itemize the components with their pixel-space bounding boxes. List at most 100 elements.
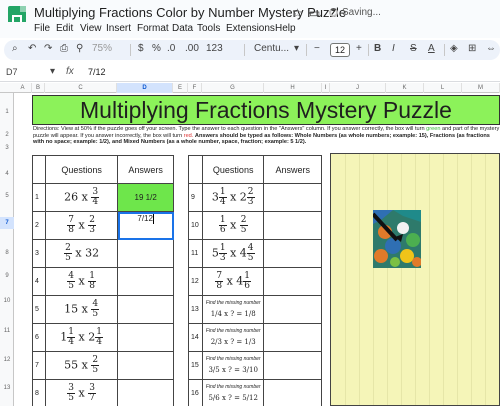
merge-cells-icon[interactable]: ⇔ [486, 43, 496, 54]
question-cell[interactable]: Find the missing number 1/4 x ? = 1/8 [201, 295, 265, 324]
chevron-down-icon[interactable]: ▾ [50, 66, 55, 77]
row-header-9[interactable]: 9 [0, 273, 14, 279]
column-header-k[interactable]: K [386, 83, 424, 93]
column-header-h[interactable]: H [264, 83, 322, 93]
question-cell[interactable]: 16 x 25 [201, 211, 265, 240]
answer-cell[interactable] [263, 183, 322, 212]
menu-extensions[interactable]: Extensions [226, 23, 275, 34]
formula-input[interactable]: 7/12 [88, 67, 106, 77]
redo-icon[interactable]: ↷ [44, 43, 52, 54]
answer-cell[interactable] [117, 379, 174, 406]
question-cell[interactable]: Find the missing number 2/3 x ? = 1/3 [201, 323, 265, 352]
menu-edit[interactable]: Edit [56, 23, 73, 34]
row-header-4[interactable]: 4 [0, 171, 14, 177]
row-header-10[interactable]: 10 [0, 298, 14, 304]
answers-header[interactable]: Answers [117, 155, 174, 184]
text-color-button[interactable]: A [428, 43, 435, 54]
answer-cell-selected[interactable]: 7/12 [117, 211, 174, 240]
strikethrough-button[interactable]: S [410, 43, 417, 54]
directions-text[interactable]: Directions: View at 50% if the puzzle go… [33, 126, 500, 152]
row-header-13[interactable]: 13 [0, 385, 14, 391]
question-cell[interactable]: 78 x 416 [201, 267, 265, 296]
decrease-decimal-button[interactable]: .0 [167, 43, 175, 54]
question-cell[interactable]: 513 x 445 [201, 239, 265, 268]
menu-format[interactable]: Format [137, 23, 169, 34]
question-cell[interactable]: 55 x 25 [44, 351, 119, 380]
undo-icon[interactable]: ↶ [28, 43, 36, 54]
italic-button[interactable]: I [392, 43, 395, 54]
print-icon[interactable]: ⎙ [60, 43, 68, 54]
bold-button[interactable]: B [374, 43, 381, 54]
puzzle-title[interactable]: Multiplying Fractions Mystery Puzzle [32, 95, 500, 125]
questions-header[interactable]: Questions [201, 155, 265, 184]
zoom-select[interactable]: 75% [92, 43, 112, 54]
menu-file[interactable]: File [34, 23, 50, 34]
column-header-i[interactable]: I [322, 83, 330, 93]
question-cell[interactable]: 15 x 45 [44, 295, 119, 324]
name-box[interactable]: D7 [6, 67, 18, 77]
increase-decimal-button[interactable]: .00 [185, 43, 199, 54]
star-icon[interactable]: ☆ [292, 6, 303, 20]
question-cell[interactable]: 314 x 223 [201, 183, 265, 212]
row-header-3[interactable]: 3 [0, 145, 14, 151]
row-header-11[interactable]: 11 [0, 328, 14, 334]
answer-cell[interactable] [263, 295, 322, 324]
row-header-1[interactable]: 1 [0, 109, 14, 115]
mystery-picture-area[interactable] [330, 153, 500, 406]
menu-help[interactable]: Help [275, 23, 296, 34]
paint-format-icon[interactable]: ⚲ [76, 43, 83, 54]
percent-format-button[interactable]: % [152, 43, 161, 54]
search-menus-icon[interactable]: ⌕ [12, 43, 18, 54]
column-header-l[interactable]: L [424, 83, 462, 93]
column-header-f[interactable]: F [188, 83, 202, 93]
question-cell[interactable]: 114 x 214 [44, 323, 119, 352]
chevron-down-icon[interactable]: ▾ [294, 43, 299, 54]
menu-data[interactable]: Data [172, 23, 193, 34]
column-header-c[interactable]: C [45, 83, 117, 93]
question-cell[interactable]: Find the missing number 3/5 x ? = 3/10 [201, 351, 265, 380]
borders-icon[interactable]: ⊞ [468, 43, 476, 54]
question-cell[interactable]: 26 x 34 [44, 183, 119, 212]
menu-view[interactable]: View [80, 23, 102, 34]
column-header-e[interactable]: E [173, 83, 188, 93]
answer-cell[interactable] [263, 323, 322, 352]
answer-cell[interactable] [117, 323, 174, 352]
decrease-font-size-button[interactable]: − [314, 43, 320, 54]
answer-cell[interactable] [117, 239, 174, 268]
font-size-input[interactable]: 12 [330, 43, 350, 57]
column-header-j[interactable]: J [330, 83, 386, 93]
row-header-5[interactable]: 5 [0, 193, 14, 199]
question-cell[interactable]: Find the missing number 5/6 x ? = 5/12 [201, 379, 265, 406]
question-cell[interactable]: 78 x 23 [44, 211, 119, 240]
column-header-d[interactable]: D [117, 83, 173, 93]
number-format-button[interactable]: 123 [206, 43, 223, 54]
question-cell[interactable]: 35 x 37 [44, 379, 119, 406]
column-header-b[interactable]: B [32, 83, 45, 93]
menu-tools[interactable]: Tools [197, 23, 220, 34]
answer-cell[interactable] [263, 267, 322, 296]
increase-font-size-button[interactable]: + [356, 43, 362, 54]
question-cell[interactable]: 25 x 32 [44, 239, 119, 268]
answer-cell[interactable] [263, 351, 322, 380]
answer-cell[interactable] [117, 267, 174, 296]
answer-cell[interactable] [263, 239, 322, 268]
questions-header[interactable]: Questions [44, 155, 119, 184]
row-header-8[interactable]: 8 [0, 250, 14, 256]
answer-cell-correct[interactable]: 19 1/2 [117, 183, 174, 212]
currency-format-button[interactable]: $ [138, 43, 144, 54]
row-header-12[interactable]: 12 [0, 357, 14, 363]
font-select[interactable]: Centu... [254, 43, 289, 54]
row-header-2[interactable]: 2 [0, 132, 14, 138]
row-header-7[interactable]: 7 [0, 217, 14, 229]
move-folder-icon[interactable]: ▭ [309, 6, 320, 20]
question-cell[interactable]: 45 x 18 [44, 267, 119, 296]
column-header-m[interactable]: M [462, 83, 500, 93]
answer-cell[interactable] [263, 211, 322, 240]
column-header-g[interactable]: G [202, 83, 264, 93]
answer-cell[interactable] [117, 351, 174, 380]
fill-color-icon[interactable]: ◈ [450, 43, 458, 54]
answers-header[interactable]: Answers [263, 155, 322, 184]
answer-cell[interactable] [117, 295, 174, 324]
menu-insert[interactable]: Insert [106, 23, 131, 34]
answer-cell[interactable] [263, 379, 322, 406]
